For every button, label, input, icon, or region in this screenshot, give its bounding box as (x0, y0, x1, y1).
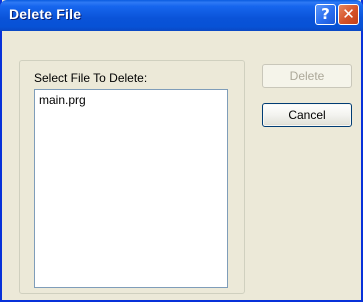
delete-file-dialog: Delete File ? ✕ Select File To Delete: m… (0, 0, 363, 302)
help-button[interactable]: ? (315, 4, 336, 25)
close-button[interactable]: ✕ (338, 4, 359, 25)
file-listbox[interactable]: main.prg (34, 89, 228, 288)
close-icon: ✕ (342, 5, 355, 23)
cancel-button[interactable]: Cancel (262, 103, 352, 127)
delete-button[interactable]: Delete (262, 64, 352, 88)
title-bar[interactable]: Delete File ? ✕ (0, 0, 363, 31)
list-item[interactable]: main.prg (39, 93, 86, 107)
file-list-label: Select File To Delete: (34, 71, 148, 85)
window-title: Delete File (9, 6, 82, 22)
help-icon: ? (321, 5, 330, 23)
